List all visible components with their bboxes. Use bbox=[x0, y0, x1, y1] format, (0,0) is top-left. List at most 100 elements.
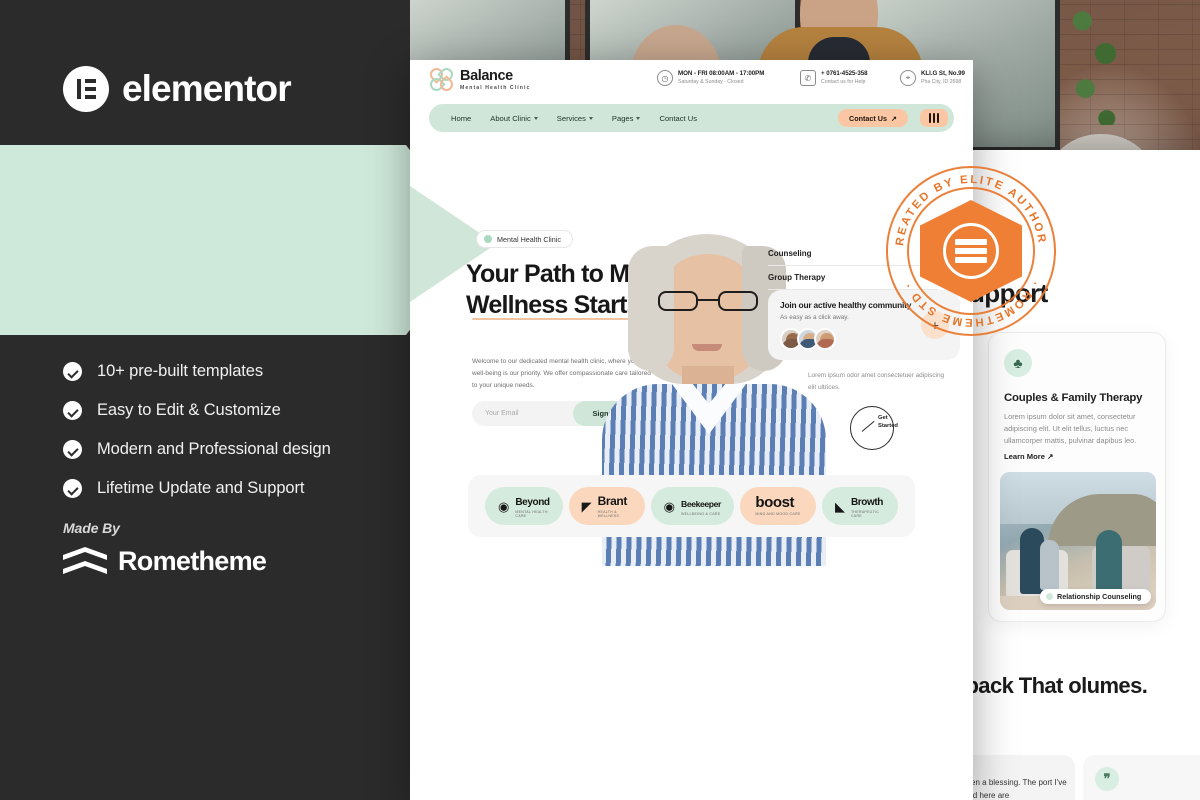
brand-logos-strip: ◉ Beyond MENTAL HEALTH CARE ◤ Brant HEAL… bbox=[468, 475, 915, 537]
hero-badge: Mental Health Clinic bbox=[476, 230, 573, 248]
nav-item-services[interactable]: Services bbox=[557, 114, 593, 123]
nav-item-about-clinic[interactable]: About Clinic bbox=[490, 114, 538, 123]
feature-item: Modern and Professional design bbox=[63, 440, 331, 459]
nav-label: Contact Us bbox=[659, 113, 698, 123]
brand-sub: MIND AND MOOD CARE bbox=[755, 512, 801, 517]
site-logo[interactable]: Balance Mental Health Clinic bbox=[427, 65, 531, 94]
community-avatars bbox=[780, 328, 836, 350]
rometheme-name: Rometheme bbox=[118, 545, 267, 576]
check-circle-icon bbox=[63, 440, 82, 459]
info-phone[interactable]: ✆ + 0761-4525-358 Contact us for Help bbox=[800, 70, 868, 86]
feature-item: 10+ pre-built templates bbox=[63, 362, 331, 381]
get-started-label: Get Started bbox=[878, 415, 898, 429]
brand-sub: WELLBEING & CARE bbox=[681, 512, 721, 517]
brand-name: Brant bbox=[597, 494, 628, 509]
nav-item-home[interactable]: Home bbox=[451, 114, 471, 123]
info-address: ⌖ KLI.G St, No.99 Pha City, ID 2698 bbox=[900, 70, 965, 86]
elementor-logo: elementor bbox=[63, 66, 292, 112]
nav-label: Services bbox=[556, 113, 586, 123]
brand-chip-browth: ◣ Browth THERAPEUTIC CARE bbox=[821, 487, 898, 525]
info-phone-title: + 0761-4525-358 bbox=[821, 70, 868, 77]
brand-name: Beyond bbox=[515, 497, 550, 509]
brand-chip-beyond: ◉ Beyond MENTAL HEALTH CARE bbox=[485, 487, 563, 525]
browth-icon: ◣ bbox=[834, 498, 845, 514]
elementor-wordmark: elementor bbox=[122, 68, 292, 109]
brand-chip-brant: ◤ Brant HEALTH & WELLNESS bbox=[568, 487, 645, 525]
balance-banner bbox=[0, 145, 480, 335]
chevron-down-icon bbox=[533, 116, 538, 120]
rometheme-logo: Rometheme bbox=[63, 545, 267, 577]
promo-panel: elementor 10+ pre-built templates Easy t… bbox=[0, 0, 410, 800]
relationship-tag-label: Relationship Counseling bbox=[1057, 592, 1142, 601]
community-subtitle: As easy as a click away. bbox=[780, 314, 849, 321]
couples-family-therapy-card[interactable]: ♣ Couples & Family Therapy Lorem ipsum d… bbox=[988, 332, 1166, 622]
menu-grid-button[interactable] bbox=[920, 109, 948, 127]
made-by-label: Made By bbox=[63, 520, 120, 536]
balance-flower-icon bbox=[427, 65, 456, 94]
site-logo-tagline: Mental Health Clinic bbox=[460, 84, 531, 91]
testimonial-card: ❞ “Thanks to Balance, I've ga my anxiety… bbox=[1083, 755, 1200, 800]
feature-label: Lifetime Update and Support bbox=[97, 479, 305, 497]
feature-item: Lifetime Update and Support bbox=[63, 479, 331, 498]
check-circle-icon bbox=[63, 479, 82, 498]
therapy-card-title: Couples & Family Therapy bbox=[1004, 392, 1143, 404]
feedback-heading: edback That olumes. bbox=[941, 673, 1148, 698]
double-chevron-icon bbox=[63, 545, 107, 577]
flower-icon bbox=[484, 235, 492, 243]
chevron-down-icon bbox=[636, 116, 641, 120]
nav-label: Pages bbox=[611, 113, 634, 123]
feature-label: Modern and Professional design bbox=[97, 440, 331, 458]
nav-label: Home bbox=[451, 113, 472, 123]
contact-us-label: Contact Us bbox=[849, 113, 887, 123]
brant-icon: ◤ bbox=[581, 498, 592, 514]
relationship-counseling-tag: Relationship Counseling bbox=[1040, 589, 1152, 604]
made-by-block: Made By Rometheme bbox=[63, 520, 267, 577]
nav-item-pages[interactable]: Pages bbox=[612, 114, 641, 123]
elite-author-badge: CREATED BY ELITE AUTHOR · · ROMETHEME ST… bbox=[886, 166, 1056, 336]
elementor-mark-icon bbox=[63, 66, 109, 112]
nav-label: About Clinic bbox=[490, 113, 531, 123]
arrow-up-right-icon: ↗ bbox=[890, 113, 897, 123]
check-circle-icon bbox=[63, 362, 82, 381]
therapy-card-photo: Relationship Counseling bbox=[1000, 472, 1156, 610]
learn-more-label: Learn More bbox=[1004, 452, 1045, 461]
hero-list-label: Counseling bbox=[768, 249, 812, 258]
brand-chip-beekeeper: ◉ Beekeeper WELLBEING & CARE bbox=[650, 487, 734, 525]
feature-label: 10+ pre-built templates bbox=[97, 362, 264, 380]
info-address-sub: Pha City, ID 2698 bbox=[921, 79, 962, 85]
chevron-down-icon bbox=[588, 116, 593, 120]
brand-name: Beekeeper bbox=[681, 498, 721, 509]
info-hours-title: MON - FRI 08:00AM - 17:00PM bbox=[678, 70, 765, 77]
brand-sub: HEALTH & WELLNESS bbox=[597, 510, 620, 519]
feature-label: Easy to Edit & Customize bbox=[97, 401, 281, 419]
avatar bbox=[814, 328, 836, 350]
site-logo-name: Balance bbox=[460, 67, 513, 84]
hero-list-label: Group Therapy bbox=[768, 273, 826, 282]
learn-more-link[interactable]: Learn More ↗ bbox=[1004, 452, 1053, 461]
tag-dot-icon bbox=[1046, 593, 1053, 600]
nav-item-contact-us[interactable]: Contact Us bbox=[659, 114, 697, 123]
beyond-icon: ◉ bbox=[498, 498, 510, 514]
hanging-plant bbox=[1065, 0, 1123, 125]
info-hours-sub: Saturday & Sunday - Closed bbox=[678, 79, 744, 85]
contact-us-button[interactable]: Contact Us ↗ bbox=[838, 109, 908, 127]
brand-name: Browth bbox=[850, 497, 883, 509]
brand-sub: THERAPEUTIC CARE bbox=[850, 510, 880, 519]
clock-icon: ◷ bbox=[657, 70, 673, 86]
site-navigation: Home About Clinic Services Pages Contact… bbox=[429, 104, 954, 132]
brand-chip-boost: boost MIND AND MOOD CARE bbox=[739, 487, 816, 525]
info-address-title: KLI.G St, No.99 bbox=[921, 70, 965, 77]
brand-sub: MENTAL HEALTH CARE bbox=[515, 510, 548, 519]
envato-bars-icon bbox=[943, 223, 999, 279]
hero-badge-label: Mental Health Clinic bbox=[497, 234, 561, 244]
hero-side-note: Lorem ipsum odor amet consectetuer adipi… bbox=[808, 372, 945, 391]
brand-name: boost bbox=[755, 493, 795, 511]
check-circle-icon bbox=[63, 401, 82, 420]
arrow-up-right-icon: ↗ bbox=[1047, 452, 1054, 461]
info-hours: ◷ MON - FRI 08:00AM - 17:00PM Saturday &… bbox=[657, 70, 764, 86]
email-input[interactable]: Your Email bbox=[472, 410, 573, 417]
background-person bbox=[758, 0, 923, 237]
therapy-card-body: Lorem ipsum dolor sit amet, consectetur … bbox=[1004, 412, 1137, 445]
feature-item: Easy to Edit & Customize bbox=[63, 401, 331, 420]
phone-icon: ✆ bbox=[800, 70, 816, 86]
